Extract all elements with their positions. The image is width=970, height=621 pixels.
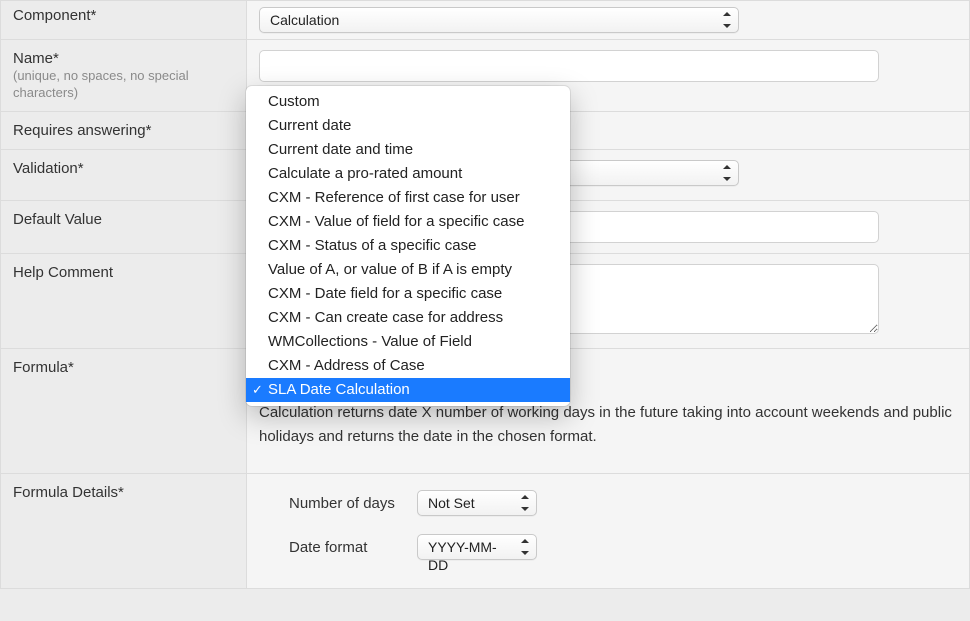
component-select-value: Calculation (259, 7, 739, 33)
formula-option[interactable]: CXM - Reference of first case for user (246, 186, 570, 210)
number-of-days-label: Number of days (289, 495, 399, 512)
formula-option[interactable]: CXM - Can create case for address (246, 306, 570, 330)
date-format-select[interactable]: YYYY-MM-DD (417, 534, 537, 560)
component-label: Component* (13, 7, 96, 24)
formula-label: Formula* (13, 359, 74, 376)
formula-option[interactable]: CXM - Value of field for a specific case (246, 210, 570, 234)
number-of-days-select[interactable]: Not Set (417, 490, 537, 516)
formula-details-label: Formula Details* (13, 484, 124, 501)
formula-option[interactable]: CXM - Address of Case (246, 354, 570, 378)
name-field[interactable] (259, 50, 879, 82)
formula-option[interactable]: CXM - Status of a specific case (246, 234, 570, 258)
name-hint: (unique, no spaces, no special character… (13, 68, 189, 100)
formula-option[interactable]: WMCollections - Value of Field (246, 330, 570, 354)
date-format-label: Date format (289, 539, 399, 556)
name-label: Name* (13, 50, 59, 67)
formula-description: Calculation returns date X number of wor… (259, 401, 957, 449)
formula-option[interactable]: Custom (246, 90, 570, 114)
validation-label: Validation* (13, 160, 84, 177)
component-select[interactable]: Calculation (259, 7, 739, 33)
number-of-days-select-value: Not Set (417, 490, 537, 516)
formula-option[interactable]: Value of A, or value of B if A is empty (246, 258, 570, 282)
formula-option[interactable]: SLA Date Calculation (246, 378, 570, 402)
default-value-label: Default Value (13, 211, 102, 228)
formula-option[interactable]: CXM - Date field for a specific case (246, 282, 570, 306)
date-format-select-value: YYYY-MM-DD (417, 534, 537, 560)
formula-dropdown-popover[interactable]: CustomCurrent dateCurrent date and timeC… (246, 86, 570, 406)
help-comment-label: Help Comment (13, 264, 113, 281)
formula-option[interactable]: Current date and time (246, 138, 570, 162)
formula-option[interactable]: Current date (246, 114, 570, 138)
requires-answering-label: Requires answering* (13, 122, 151, 139)
formula-option[interactable]: Calculate a pro-rated amount (246, 162, 570, 186)
